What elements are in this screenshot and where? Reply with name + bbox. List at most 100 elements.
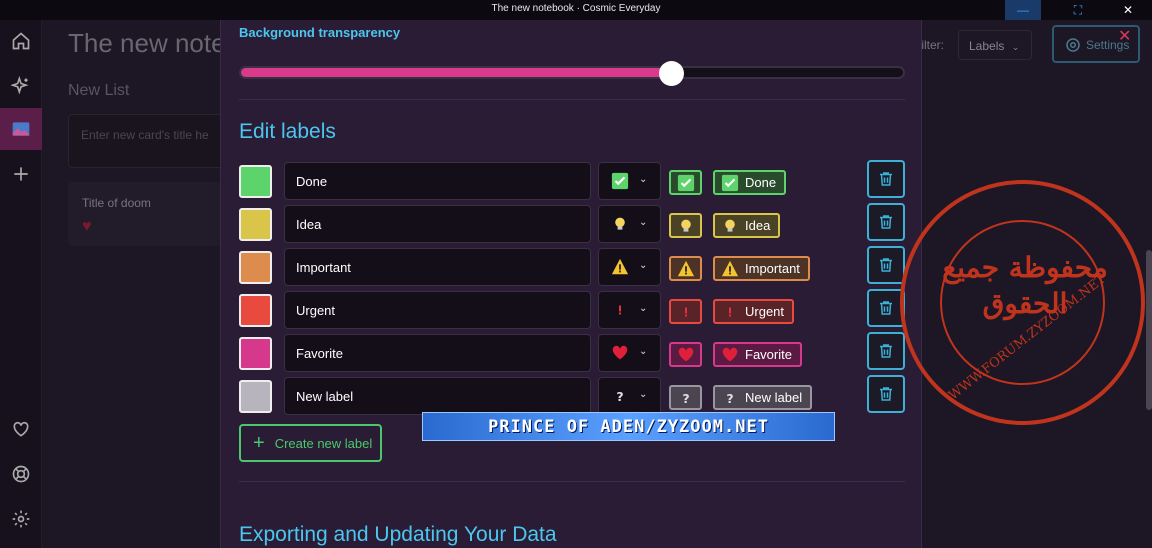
edit-labels-title: Edit labels bbox=[239, 120, 336, 143]
label-preview-text: Important bbox=[745, 261, 800, 276]
label-row: ⌄ Done bbox=[221, 160, 923, 202]
chevron-down-icon: ⌄ bbox=[639, 260, 648, 271]
label-preview: Urgent bbox=[713, 299, 795, 324]
check-icon bbox=[610, 171, 630, 191]
slider-thumb[interactable] bbox=[659, 61, 684, 86]
watermark-banner: PRINCE OF ADEN/ZYZOOM.NET bbox=[422, 412, 835, 441]
card-title: Title of doom bbox=[82, 196, 151, 210]
help-lifebuoy-icon[interactable] bbox=[0, 453, 42, 495]
label-row: ⌄ Favorite bbox=[221, 332, 923, 374]
chevron-down-icon: ⌄ bbox=[1011, 42, 1020, 52]
label-preview-icon bbox=[669, 342, 702, 367]
label-preview: Important bbox=[713, 256, 810, 281]
label-name-input[interactable] bbox=[284, 205, 591, 243]
trash-icon bbox=[877, 342, 895, 360]
label-color-swatch[interactable] bbox=[239, 337, 272, 370]
trash-icon bbox=[877, 256, 895, 274]
label-icon-select[interactable]: ⌄ bbox=[598, 205, 661, 243]
heart-icon bbox=[677, 347, 695, 363]
transparency-title: Background transparency bbox=[239, 25, 401, 40]
labels-filter-select[interactable]: Labels ⌄ bbox=[958, 30, 1032, 60]
label-name-input[interactable] bbox=[284, 291, 591, 329]
warning-icon bbox=[610, 257, 630, 277]
new-list-title: New List bbox=[68, 82, 130, 99]
warning-icon bbox=[677, 260, 695, 278]
label-preview-text: Urgent bbox=[745, 304, 785, 319]
delete-label-button[interactable] bbox=[867, 246, 905, 284]
card[interactable]: Title of doom ♥ bbox=[68, 182, 228, 246]
label-row: ? ⌄ ? ? New label bbox=[221, 375, 923, 417]
label-preview: ? New label bbox=[713, 385, 813, 410]
label-preview-text: New label bbox=[745, 390, 803, 405]
question-icon: ? bbox=[721, 389, 739, 407]
title-bar: The new notebook · Cosmic Everyday — ⛶ ✕ bbox=[0, 0, 1152, 20]
svg-text:?: ? bbox=[726, 390, 733, 405]
gear-icon[interactable] bbox=[0, 498, 42, 540]
scrollbar[interactable] bbox=[1146, 250, 1152, 410]
lightbulb-icon bbox=[610, 214, 630, 234]
gear-icon bbox=[1066, 38, 1080, 52]
label-preview-icon bbox=[669, 299, 702, 324]
label-icon-select[interactable]: ⌄ bbox=[598, 162, 661, 200]
label-preview: Done bbox=[713, 170, 787, 195]
minimize-button[interactable]: — bbox=[1005, 0, 1041, 20]
home-icon[interactable] bbox=[0, 20, 42, 62]
page-title: The new note bbox=[68, 28, 226, 58]
warning-icon bbox=[721, 260, 739, 278]
label-preview-text: Idea bbox=[745, 218, 771, 233]
trash-icon bbox=[877, 299, 895, 317]
window-title: The new notebook · Cosmic Everyday bbox=[491, 3, 661, 14]
label-row: ⌄ Important bbox=[221, 246, 923, 288]
label-name-input[interactable] bbox=[284, 162, 591, 200]
label-color-swatch[interactable] bbox=[239, 208, 272, 241]
label-icon-select[interactable]: ? ⌄ bbox=[598, 377, 661, 415]
heart-icon bbox=[721, 346, 739, 364]
trash-icon bbox=[877, 213, 895, 231]
background-image-icon[interactable] bbox=[0, 108, 42, 150]
close-window-button[interactable]: ✕ bbox=[1110, 0, 1146, 20]
trash-icon bbox=[877, 170, 895, 188]
label-name-input[interactable] bbox=[284, 248, 591, 286]
chevron-down-icon: ⌄ bbox=[639, 303, 648, 314]
close-icon[interactable]: ✕ bbox=[1118, 26, 1131, 46]
chevron-down-icon: ⌄ bbox=[639, 174, 648, 185]
delete-label-button[interactable] bbox=[867, 160, 905, 198]
svg-text:?: ? bbox=[616, 389, 623, 404]
label-color-swatch[interactable] bbox=[239, 251, 272, 284]
exclamation-icon bbox=[610, 300, 630, 320]
left-sidebar bbox=[0, 20, 42, 548]
divider bbox=[239, 99, 905, 100]
plus-icon[interactable] bbox=[0, 153, 42, 195]
create-label-button[interactable]: + Create new label bbox=[239, 424, 382, 462]
check-icon bbox=[677, 174, 695, 192]
label-row: ⌄ Idea bbox=[221, 203, 923, 245]
maximize-button[interactable]: ⛶ bbox=[1060, 0, 1096, 20]
export-section-title: Exporting and Updating Your Data bbox=[239, 523, 557, 546]
label-icon-select[interactable]: ⌄ bbox=[598, 334, 661, 372]
lightbulb-icon bbox=[678, 217, 694, 235]
labels-filter-value: Labels bbox=[969, 39, 1005, 53]
card-title-input[interactable]: Enter new card's title he bbox=[68, 114, 228, 168]
transparency-slider[interactable] bbox=[239, 66, 905, 79]
label-name-input[interactable] bbox=[284, 334, 591, 372]
label-color-swatch[interactable] bbox=[239, 294, 272, 327]
label-name-input[interactable] bbox=[284, 377, 591, 415]
delete-label-button[interactable] bbox=[867, 203, 905, 241]
delete-label-button[interactable] bbox=[867, 375, 905, 413]
label-preview-icon bbox=[669, 256, 702, 281]
heart-icon: ♥ bbox=[82, 218, 92, 235]
label-icon-select[interactable]: ⌄ bbox=[598, 291, 661, 329]
label-preview-icon bbox=[669, 170, 702, 195]
delete-label-button[interactable] bbox=[867, 332, 905, 370]
settings-modal: Background transparency Edit labels ⌄ Do… bbox=[220, 20, 922, 548]
chevron-down-icon: ⌄ bbox=[639, 346, 648, 357]
label-preview-icon: ? bbox=[669, 385, 702, 410]
label-color-swatch[interactable] bbox=[239, 380, 272, 413]
heart-outline-icon[interactable] bbox=[0, 408, 42, 450]
create-label-text: Create new label bbox=[274, 435, 373, 451]
question-icon: ? bbox=[679, 389, 693, 407]
label-color-swatch[interactable] bbox=[239, 165, 272, 198]
lightbulb-icon bbox=[721, 217, 739, 235]
sparkles-icon[interactable] bbox=[0, 65, 42, 107]
label-icon-select[interactable]: ⌄ bbox=[598, 248, 661, 286]
